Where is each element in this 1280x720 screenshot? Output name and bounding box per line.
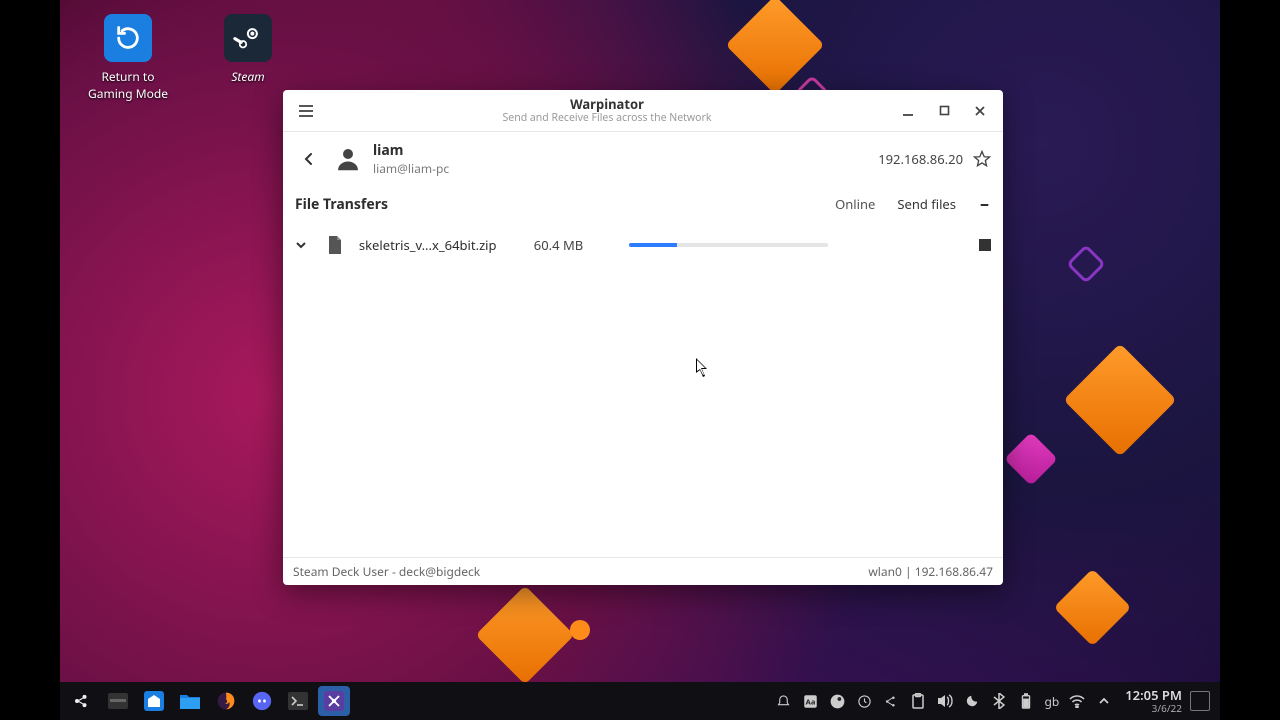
transfer-filename: skeletris_v...x_64bit.zip — [359, 236, 518, 254]
expand-button[interactable] — [295, 239, 311, 251]
wallpaper-decoration — [476, 586, 575, 685]
section-title: File Transfers — [295, 195, 388, 214]
tray-night-icon[interactable] — [963, 692, 981, 710]
window-title: Warpinator — [323, 97, 891, 112]
peer-name: liam — [373, 141, 449, 160]
taskbar: Aa gb 12:05 PM 3/6/22 — [60, 682, 1220, 720]
taskbar-terminal[interactable] — [282, 686, 314, 716]
tray-clipboard-icon[interactable] — [909, 692, 927, 710]
statusbar-network: wlan0 | 192.168.86.47 — [868, 563, 993, 580]
transfer-size: 60.4 MB — [534, 236, 613, 254]
warpinator-window: Warpinator Send and Receive Files across… — [283, 90, 1003, 585]
maximize-button[interactable] — [927, 96, 961, 126]
tray-volume-icon[interactable] — [936, 692, 954, 710]
window-subtitle: Send and Receive Files across the Networ… — [323, 112, 891, 124]
taskbar-discover[interactable] — [138, 686, 170, 716]
return-icon — [104, 14, 152, 62]
steam-icon — [224, 14, 272, 62]
file-icon — [327, 236, 343, 254]
wallpaper-decoration — [1004, 432, 1058, 486]
user-icon — [333, 144, 363, 174]
tray-font-icon[interactable]: Aa — [801, 692, 819, 710]
transfer-row: skeletris_v...x_64bit.zip 60.4 MB — [283, 226, 1003, 264]
tray-wifi-icon[interactable] — [1068, 692, 1086, 710]
stop-transfer-button[interactable] — [979, 239, 991, 251]
wallpaper-decoration — [1066, 244, 1106, 284]
clock-date: 3/6/22 — [1125, 703, 1182, 714]
statusbar-identity: Steam Deck User - deck@bigdeck — [293, 563, 480, 580]
connection-status: Online — [835, 195, 875, 213]
peer-ip: 192.168.86.20 — [878, 150, 963, 168]
collapse-button[interactable]: – — [978, 192, 991, 216]
svg-text:Aa: Aa — [806, 697, 816, 707]
back-button[interactable] — [295, 145, 323, 173]
taskbar-warpinator[interactable] — [318, 686, 350, 716]
tray-updates-icon[interactable] — [855, 692, 873, 710]
send-files-button[interactable]: Send files — [897, 195, 956, 213]
desktop[interactable]: Return to Gaming Mode Steam Warpinator S… — [60, 0, 1220, 720]
desktop-icon-return-gaming-mode[interactable]: Return to Gaming Mode — [78, 14, 178, 102]
wallpaper-decoration — [1063, 343, 1176, 456]
transfer-progressbar — [629, 243, 828, 247]
tray-chevron-up-icon[interactable] — [1095, 692, 1113, 710]
wallpaper-decoration — [570, 620, 590, 640]
taskbar-discord[interactable] — [246, 686, 278, 716]
taskbar-files[interactable] — [174, 686, 206, 716]
tray-keyboard-layout[interactable]: gb — [1044, 692, 1059, 710]
minimize-button[interactable] — [891, 96, 925, 126]
statusbar: Steam Deck User - deck@bigdeck wlan0 | 1… — [283, 557, 1003, 585]
transfer-list: skeletris_v...x_64bit.zip 60.4 MB — [283, 226, 1003, 557]
tray-battery-icon[interactable] — [1017, 692, 1035, 710]
peer-address: liam@liam-pc — [373, 160, 449, 177]
tray-bluetooth-icon[interactable] — [990, 692, 1008, 710]
desktop-icon-label: Steam — [198, 68, 298, 85]
peer-header: liam liam@liam-pc 192.168.86.20 — [283, 132, 1003, 186]
desktop-icon-steam[interactable]: Steam — [198, 14, 298, 85]
taskbar-clock[interactable]: 12:05 PM 3/6/22 — [1125, 689, 1182, 713]
hamburger-menu-button[interactable] — [289, 96, 323, 126]
close-button[interactable] — [963, 96, 997, 126]
titlebar[interactable]: Warpinator Send and Receive Files across… — [283, 90, 1003, 132]
tray-app-icon[interactable] — [882, 692, 900, 710]
app-launcher-button[interactable] — [66, 686, 98, 716]
desktop-icon-label: Return to Gaming Mode — [78, 68, 178, 102]
show-desktop-button[interactable] — [1190, 691, 1210, 711]
transfers-header: File Transfers Online Send files – — [283, 186, 1003, 226]
taskbar-system-monitor[interactable] — [102, 686, 134, 716]
tray-steam-icon[interactable] — [828, 692, 846, 710]
system-tray: Aa gb — [774, 692, 1113, 710]
wallpaper-decoration — [1054, 569, 1132, 647]
taskbar-firefox[interactable] — [210, 686, 242, 716]
favorite-button[interactable] — [973, 150, 991, 168]
tray-notifications-icon[interactable] — [774, 692, 792, 710]
